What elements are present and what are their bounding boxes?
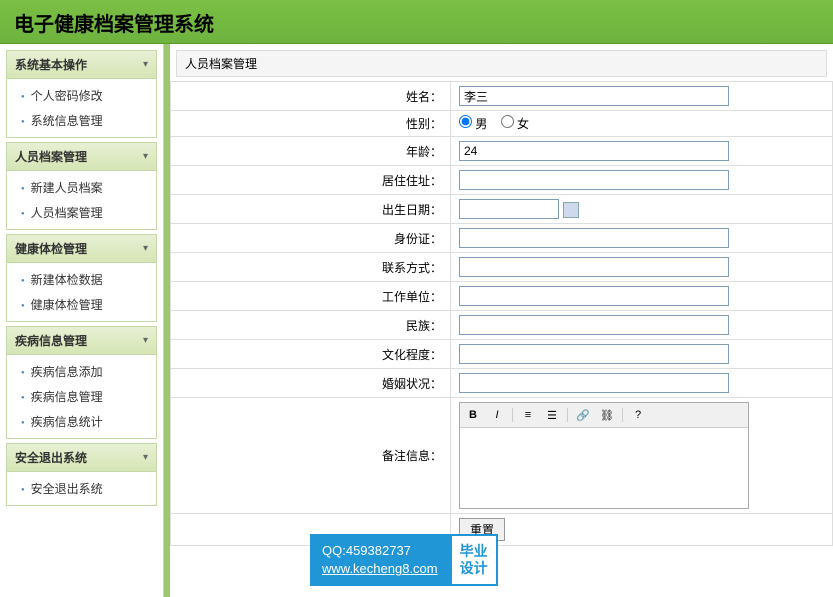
chevron-down-icon: ▾ [143,243,148,254]
nav-header-health[interactable]: 健康体检管理 ▾ [7,235,156,263]
nav-item-new-health[interactable]: 新建体检数据 [7,267,156,292]
watermark-right: 毕业 设计 [450,534,498,586]
chevron-down-icon: ▾ [143,59,148,70]
input-idcard[interactable] [459,228,729,248]
nav-item-manage-health[interactable]: 健康体检管理 [7,292,156,317]
nav-item-new-archive[interactable]: 新建人员档案 [7,175,156,200]
label-ethnic: 民族： [171,311,451,340]
toolbar-separator [512,408,513,422]
editor-toolbar: B I ≡ ☰ 🔗 ⛓ ? [460,403,748,428]
editor-textarea[interactable] [460,428,748,508]
nav-title: 健康体检管理 [15,240,87,257]
input-edu[interactable] [459,344,729,364]
input-address[interactable] [459,170,729,190]
nav-title: 安全退出系统 [15,449,87,466]
chevron-down-icon: ▾ [143,452,148,463]
nav-items: 新建体检数据 健康体检管理 [7,263,156,321]
radio-male[interactable] [459,115,472,128]
unordered-list-icon[interactable]: ☰ [543,406,561,424]
input-birth[interactable] [459,199,559,219]
toolbar-separator [567,408,568,422]
nav-item-password[interactable]: 个人密码修改 [7,83,156,108]
app-title: 电子健康档案管理系统 [14,8,819,37]
label-gender: 性别： [171,111,451,137]
input-age[interactable] [459,141,729,161]
rich-editor: B I ≡ ☰ 🔗 ⛓ ? [459,402,749,509]
nav-group-system: 系统基本操作 ▾ 个人密码修改 系统信息管理 [6,50,157,138]
ordered-list-icon[interactable]: ≡ [519,406,537,424]
watermark-qq: QQ:459382737 [322,542,438,560]
nav-items: 个人密码修改 系统信息管理 [7,79,156,137]
nav-item-disease-stats[interactable]: 疾病信息统计 [7,409,156,434]
unlink-icon[interactable]: ⛓ [598,406,616,424]
nav-header-system[interactable]: 系统基本操作 ▾ [7,51,156,79]
chevron-down-icon: ▾ [143,335,148,346]
toolbar-separator [622,408,623,422]
nav-group-exit: 安全退出系统 ▾ 安全退出系统 [6,443,157,506]
nav-item-disease-manage[interactable]: 疾病信息管理 [7,384,156,409]
input-work[interactable] [459,286,729,306]
radio-female-label[interactable]: 女 [501,117,529,131]
label-marital: 婚姻状况： [171,369,451,398]
nav-title: 疾病信息管理 [15,332,87,349]
label-contact: 联系方式： [171,253,451,282]
input-contact[interactable] [459,257,729,277]
radio-male-label[interactable]: 男 [459,117,487,131]
nav-title: 人员档案管理 [15,148,87,165]
nav-group-archive: 人员档案管理 ▾ 新建人员档案 人员档案管理 [6,142,157,230]
calendar-icon[interactable] [563,202,579,218]
nav-items: 安全退出系统 [7,472,156,505]
gender-radio-group: 男 女 [459,117,539,131]
nav-item-manage-archive[interactable]: 人员档案管理 [7,200,156,225]
chevron-down-icon: ▾ [143,151,148,162]
sidebar: 系统基本操作 ▾ 个人密码修改 系统信息管理 人员档案管理 ▾ 新建人员档案 人… [0,44,164,597]
nav-item-sysinfo[interactable]: 系统信息管理 [7,108,156,133]
watermark-brand1: 毕业 [460,543,488,560]
label-birth: 出生日期： [171,195,451,224]
label-name: 姓名： [171,82,451,111]
nav-header-archive[interactable]: 人员档案管理 ▾ [7,143,156,171]
nav-group-disease: 疾病信息管理 ▾ 疾病信息添加 疾病信息管理 疾病信息统计 [6,326,157,439]
nav-header-exit[interactable]: 安全退出系统 ▾ [7,444,156,472]
radio-female[interactable] [501,115,514,128]
label-work: 工作单位： [171,282,451,311]
label-address: 居住住址： [171,166,451,195]
label-remark: 备注信息： [171,398,451,514]
nav-items: 疾病信息添加 疾病信息管理 疾病信息统计 [7,355,156,438]
panel-title: 人员档案管理 [176,50,827,77]
nav-header-disease[interactable]: 疾病信息管理 ▾ [7,327,156,355]
watermark-brand2: 设计 [460,560,488,577]
app-header: 电子健康档案管理系统 [0,0,833,44]
watermark: QQ:459382737 www.kecheng8.com 毕业 设计 [310,534,498,586]
nav-item-disease-add[interactable]: 疾病信息添加 [7,359,156,384]
label-edu: 文化程度： [171,340,451,369]
label-idcard: 身份证： [171,224,451,253]
form-table: 姓名： 性别： 男 女 年龄： 居住住址： 出生日期： 身份证： [170,81,833,546]
watermark-left: QQ:459382737 www.kecheng8.com [310,534,450,586]
main-container: 系统基本操作 ▾ 个人密码修改 系统信息管理 人员档案管理 ▾ 新建人员档案 人… [0,44,833,597]
main-panel: 人员档案管理 姓名： 性别： 男 女 年龄： 居住住址： 出生日期： 身份 [170,44,833,597]
help-icon[interactable]: ? [629,406,647,424]
input-marital[interactable] [459,373,729,393]
input-name[interactable] [459,86,729,106]
label-age: 年龄： [171,137,451,166]
bold-icon[interactable]: B [464,406,482,424]
italic-icon[interactable]: I [488,406,506,424]
nav-item-exit[interactable]: 安全退出系统 [7,476,156,501]
input-ethnic[interactable] [459,315,729,335]
nav-items: 新建人员档案 人员档案管理 [7,171,156,229]
nav-group-health: 健康体检管理 ▾ 新建体检数据 健康体检管理 [6,234,157,322]
link-icon[interactable]: 🔗 [574,406,592,424]
nav-title: 系统基本操作 [15,56,87,73]
watermark-url: www.kecheng8.com [322,561,438,576]
